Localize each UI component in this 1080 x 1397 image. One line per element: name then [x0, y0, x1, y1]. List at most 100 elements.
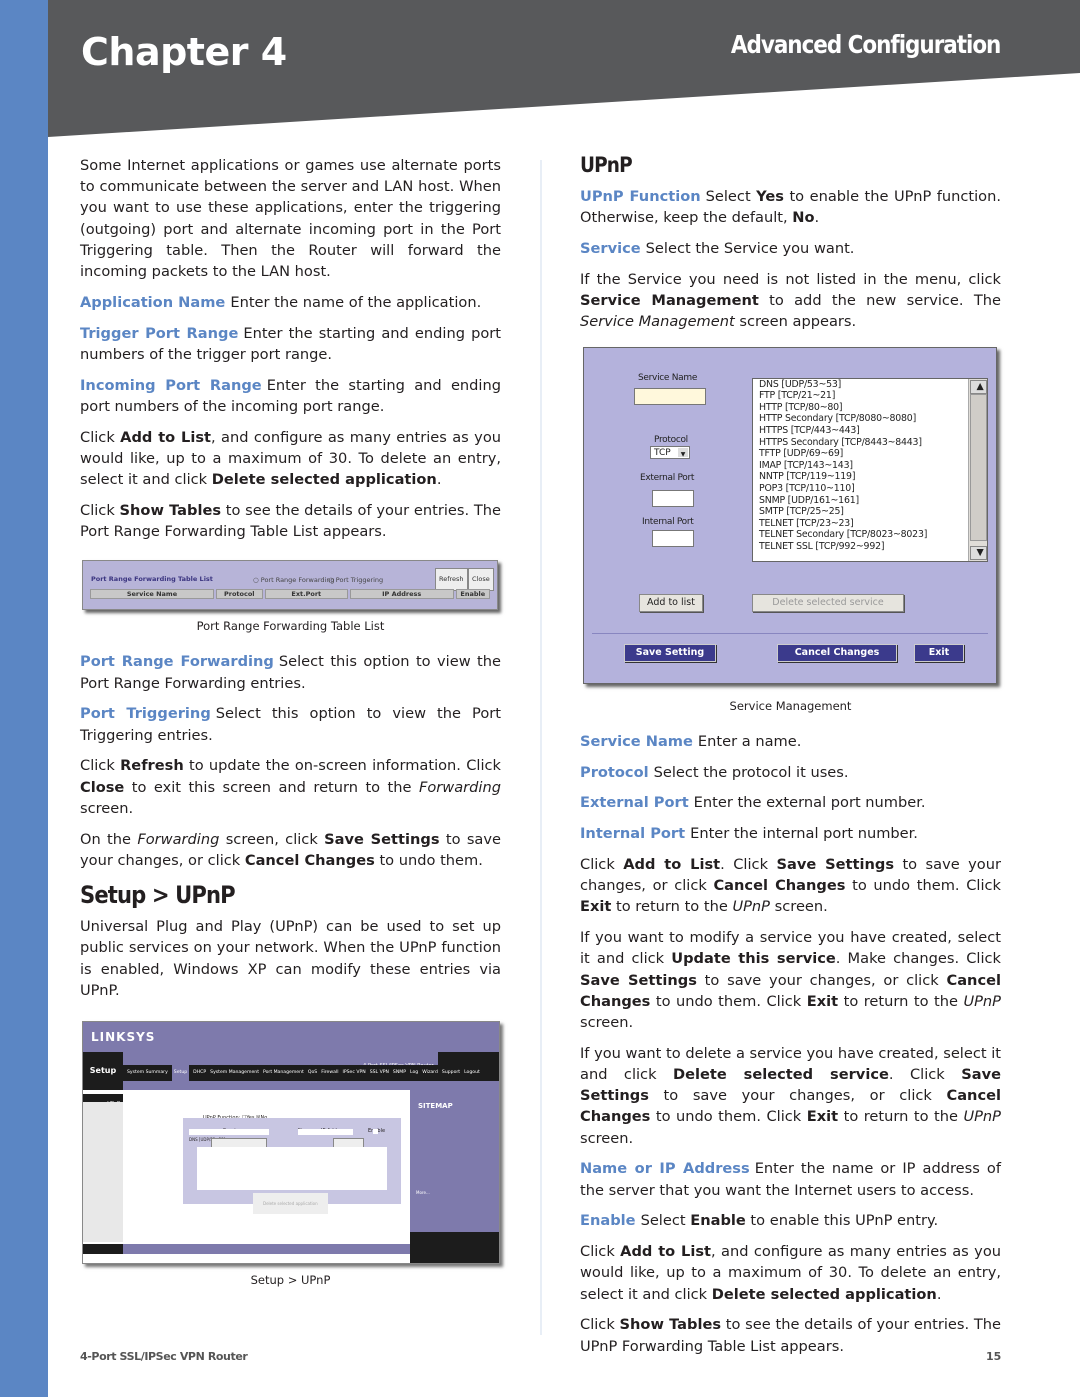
incoming-port-range-desc: Incoming Port Range Enter the starting an…: [80, 376, 502, 415]
refresh-button[interactable]: Refresh: [435, 568, 468, 592]
service-list-item[interactable]: IMAP [TCP/143~143]: [756, 460, 987, 472]
port-range-forwarding-table-figure: Port Range Forwarding Table List ○ Port …: [82, 560, 498, 611]
figure-caption: Port Range Forwarding Table List: [196, 619, 385, 634]
footer-product: 4-Port SSL/IPSec VPN Router: [80, 1350, 248, 1363]
main-nav: System Summary Setup DHCP System Managem…: [123, 1060, 499, 1086]
save-setting-button[interactable]: Save Setting: [624, 643, 716, 662]
name-ip-desc: Name or IP Address Enter the name or IP a…: [580, 1160, 1001, 1199]
show-tables-button[interactable]: Show Tables: [283, 1246, 308, 1263]
protocol-desc: Protocol Select the protocol it uses.: [580, 763, 849, 781]
delete-selected-service-button[interactable]: Delete selected service: [752, 593, 904, 612]
service-list-item[interactable]: POP3 [TCP/110~110]: [756, 483, 987, 495]
chevron-down-icon[interactable]: ▼: [678, 447, 688, 458]
upnp-function-desc: UPnP Function Select Yes to enable the UP…: [580, 188, 1002, 227]
service-name-label: Service Name: [638, 372, 698, 383]
internal-port-desc: Internal Port Enter the internal port num…: [580, 825, 918, 843]
term: Incoming Port Range: [80, 376, 262, 394]
add-to-list-paragraph-2: Click Add to List, and configure as many…: [580, 1243, 1001, 1303]
setup-upnp-heading: Setup > UPnP: [80, 881, 236, 910]
port-triggering-desc: Port Triggering Select this option to vie…: [80, 705, 501, 744]
port-range-forwarding-desc: Port Range Forwarding Select this option …: [80, 653, 502, 692]
service-management-screenshot: Service Name Protocol TCP ▼ External Port…: [583, 346, 997, 684]
service-list-item[interactable]: HTTP Secondary [TCP/8080~8080]: [756, 413, 987, 425]
services-listbox[interactable]: DNS [UDP/53~53] FTP [TCP/21~21] HTTP [TCP/…: [752, 377, 988, 562]
service-list-item[interactable]: TELNET SSL [TCP/992~992]: [756, 541, 987, 553]
service-list-item[interactable]: HTTPS Secondary [TCP/8443~8443]: [756, 437, 987, 449]
delete-service-paragraph: If you want to delete a service you have…: [580, 1044, 1001, 1147]
setup-upnp-screenshot: LINKSYS Setup 4-Port SSL/IPSec VPN Route…: [82, 1021, 500, 1265]
save-settings-button[interactable]: Save Settings: [328, 1246, 356, 1263]
figure-title: Port Range Forwarding Table List: [91, 575, 213, 584]
forwarding-save-paragraph: On the Forwarding screen, click Save Set…: [80, 830, 501, 869]
show-tables-paragraph: Click Show Tables to see the details of …: [80, 501, 501, 541]
trigger-port-range-desc: Trigger Port Range Enter the starting and…: [80, 324, 501, 363]
cancel-changes-button[interactable]: Cancel Changes: [777, 643, 897, 662]
left-accent-bar: [0, 0, 48, 1397]
cancel-changes-button[interactable]: Cancel Changes: [368, 1246, 400, 1263]
column-header: IP Address: [349, 589, 454, 600]
table-header-row: Service Name Protocol Ext.Port IP Addres…: [90, 589, 491, 600]
refresh-paragraph: Click Refresh to update the on-screen in…: [80, 757, 502, 817]
separator: [592, 632, 988, 634]
service-list-item[interactable]: TELNET [TCP/23~23]: [756, 518, 987, 530]
external-port-label: External Port: [640, 472, 695, 483]
service-list-item[interactable]: DNS [UDP/53~53]: [756, 379, 987, 391]
modify-service-paragraph: If you want to modify a service you have…: [580, 929, 1001, 1032]
service-list-item[interactable]: HTTP [TCP/80~80]: [756, 402, 987, 414]
service-list-item[interactable]: SNMP [UDP/161~161]: [756, 495, 987, 507]
application-name-desc: Application Name Enter the name of the ap…: [80, 293, 482, 311]
figure-caption: Service Management: [729, 698, 852, 713]
service-name-input[interactable]: [634, 387, 706, 405]
term: Application Name: [80, 293, 226, 311]
show-tables-paragraph: Click Show Tables to see the details of …: [580, 1316, 1001, 1355]
not-listed-paragraph: If the Service you need is not listed in…: [580, 271, 1001, 331]
linksys-logo: LINKSYS: [91, 1030, 156, 1045]
scrollbar[interactable]: ▲ ▼: [968, 378, 987, 561]
service-select[interactable]: DNS [UDP/53~53]: [189, 1129, 269, 1142]
service-list-item[interactable]: TELNET Secondary [TCP/8023~8023]: [756, 529, 987, 541]
delete-selected-application-button[interactable]: Delete selected application: [253, 1193, 328, 1215]
column-header: Protocol: [215, 589, 263, 600]
upnp-entries-list[interactable]: [197, 1147, 387, 1191]
cisco-logo: [410, 1232, 499, 1264]
add-to-list-button[interactable]: Add to list: [639, 593, 703, 612]
scroll-up-icon[interactable]: ▲: [970, 379, 987, 394]
internal-port-input[interactable]: [652, 529, 694, 547]
column-header: Ext.Port: [264, 589, 348, 600]
service-list-item[interactable]: SMTP [TCP/25~25]: [756, 506, 987, 518]
column-divider: [540, 160, 542, 1335]
service-list-item[interactable]: TFTP [UDP/69~69]: [756, 448, 987, 460]
external-port-input[interactable]: [652, 489, 694, 507]
intro-paragraph: Some Internet applications or games use …: [80, 157, 501, 281]
service-list-item[interactable]: NNTP [TCP/119~119]: [756, 471, 987, 483]
add-to-list-paragraph: Click Add to List. Click Save Settings t…: [580, 856, 1001, 916]
service-desc: Service Select the Service you want.: [580, 240, 855, 258]
left-column: Some Internet applications or games use …: [80, 155, 501, 1305]
column-header: Service Name: [90, 589, 214, 600]
name-ip-input[interactable]: [298, 1129, 353, 1136]
figure-caption: Setup > UPnP: [250, 1273, 331, 1288]
exit-button[interactable]: Exit: [914, 643, 964, 662]
external-port-desc: External Port Enter the external port num…: [580, 794, 926, 812]
upnp-form-panel: Service Name or IP Address Enable DNS [U…: [183, 1118, 401, 1215]
chapter-title: Chapter 4: [81, 30, 287, 74]
service-list-item[interactable]: HTTPS [TCP/443~443]: [756, 425, 987, 437]
section-title: Advanced Configuration: [730, 30, 1002, 59]
service-list-item[interactable]: FTP [TCP/21~21]: [756, 390, 987, 402]
more-link[interactable]: More...: [416, 1182, 430, 1203]
column-header: Enable: [455, 589, 491, 600]
add-to-list-paragraph: Click Add to List, and configure as many…: [80, 428, 501, 489]
upnp-heading: UPnP: [580, 153, 633, 177]
page-number: 15: [986, 1350, 1002, 1363]
scroll-down-icon[interactable]: ▼: [970, 545, 987, 560]
side-label: UPnP: [83, 1094, 123, 1107]
linksys-banner: LINKSYS: [83, 1022, 499, 1053]
setup-tab-title: Setup: [83, 1052, 123, 1091]
term: Trigger Port Range: [80, 324, 239, 342]
protocol-select[interactable]: TCP ▼: [650, 445, 690, 459]
scroll-thumb[interactable]: [970, 393, 987, 541]
enable-checkbox[interactable]: [373, 1129, 378, 1135]
service-name-desc: Service Name Enter a name.: [580, 732, 802, 750]
enable-desc: Enable Select Enable to enable this UPnP …: [580, 1212, 939, 1230]
close-button[interactable]: Close: [468, 568, 494, 592]
